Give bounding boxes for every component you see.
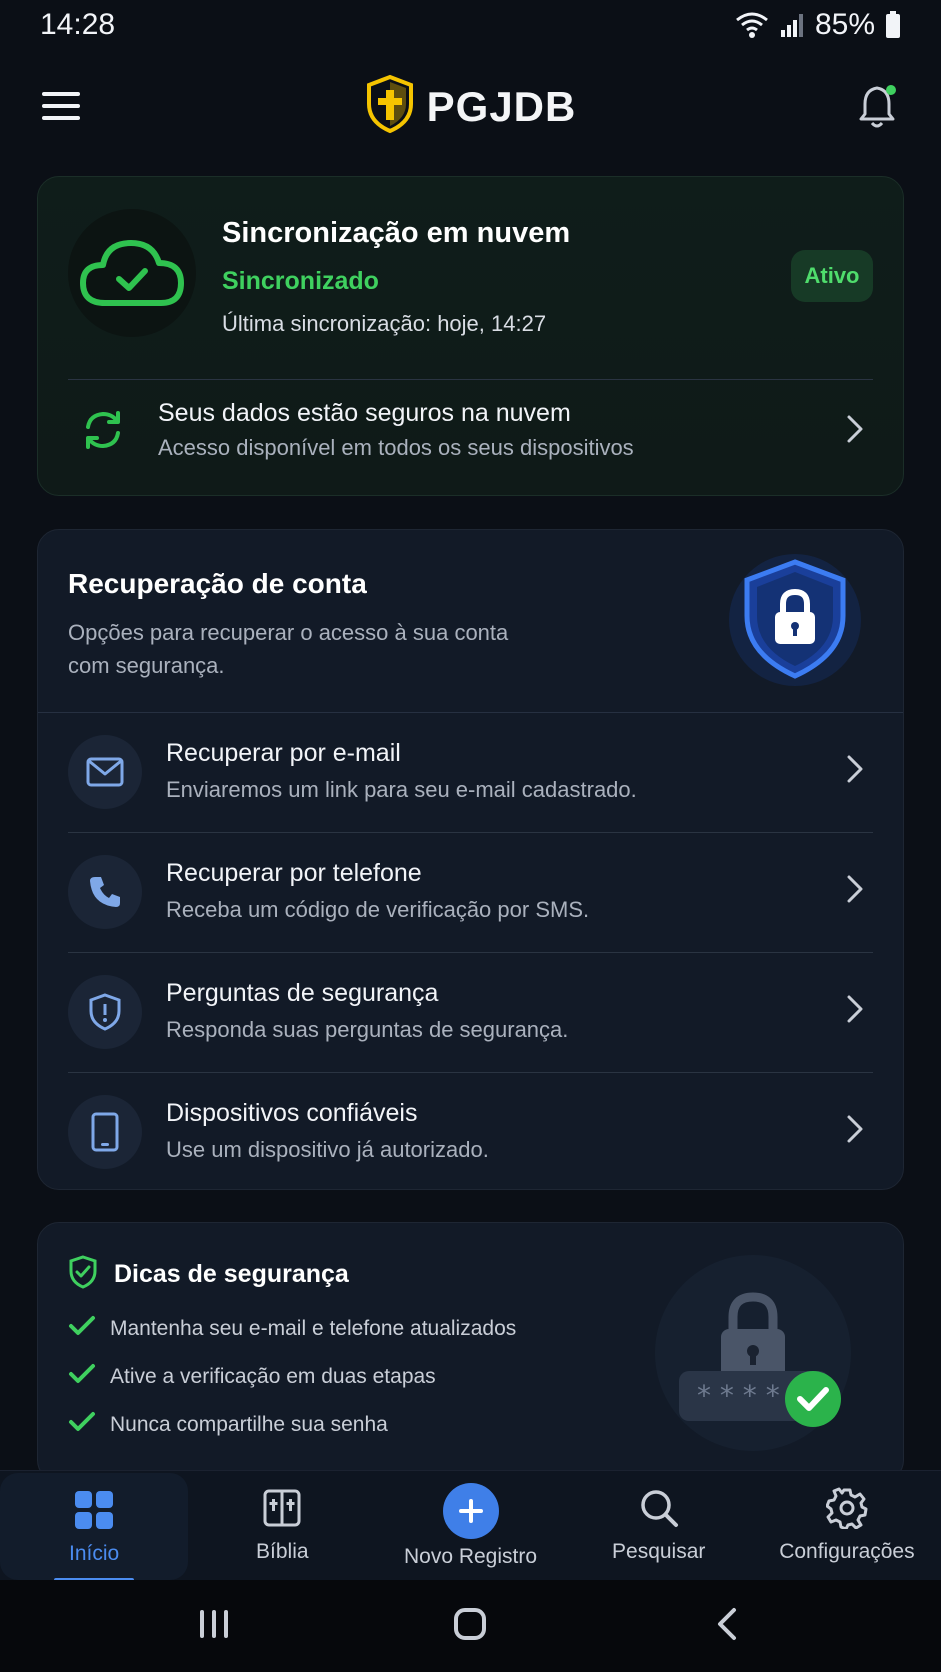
item-title: Dispositivos confiáveis — [166, 1099, 418, 1127]
item-subtitle: Receba um código de verificação por SMS. — [166, 897, 590, 922]
tips-title: Dicas de segurança — [114, 1260, 349, 1288]
tip-item: Ative a verificação em duas etapas — [68, 1363, 436, 1391]
app-header: PGJDB — [0, 60, 941, 150]
recents-button[interactable] — [196, 1606, 232, 1647]
recover-email-item[interactable]: Recuperar por e-mail Enviaremos um link … — [38, 713, 903, 831]
sync-status: Sincronizado — [222, 267, 379, 295]
security-tips-card: Dicas de segurança Mantenha seu e-mail e… — [37, 1222, 904, 1482]
sync-details-row[interactable]: Seus dados estão seguros na nuvem Acesso… — [38, 377, 903, 487]
back-icon — [718, 1608, 736, 1640]
sync-title: Sincronização em nuvem — [222, 217, 571, 249]
tip-text: Nunca compartilhe sua senha — [110, 1413, 388, 1436]
gear-icon — [825, 1487, 868, 1534]
password-lock-illustration: * * * * — [653, 1253, 863, 1453]
nav-biblia[interactable]: Bíblia — [188, 1471, 376, 1580]
wifi-icon — [735, 11, 769, 39]
security-questions-item[interactable]: Perguntas de segurança Responda suas per… — [38, 953, 903, 1071]
bell-icon — [859, 85, 896, 128]
grid-icon — [73, 1489, 115, 1536]
nav-label: Bíblia — [256, 1540, 309, 1563]
book-icon — [261, 1487, 303, 1534]
item-subtitle: Responda suas perguntas de segurança. — [166, 1017, 569, 1042]
nav-label: Pesquisar — [612, 1540, 706, 1563]
app-name: PGJDB — [426, 82, 577, 130]
home-icon — [454, 1608, 486, 1640]
plus-icon — [442, 1483, 499, 1539]
item-subtitle: Use um dispositivo já autorizado. — [166, 1137, 489, 1162]
chevron-right-icon — [845, 1113, 865, 1150]
phone-icon — [68, 855, 142, 929]
check-icon — [68, 1411, 96, 1439]
recents-icon — [200, 1610, 228, 1638]
notifications-button[interactable] — [857, 82, 901, 130]
cloud-check-icon — [68, 209, 196, 337]
nav-label: Configurações — [779, 1540, 915, 1563]
nav-label: Novo Registro — [403, 1545, 538, 1568]
system-navigation-bar — [0, 1580, 941, 1672]
chevron-right-icon — [845, 413, 865, 450]
check-icon — [68, 1363, 96, 1391]
app-logo: PGJDB — [0, 74, 941, 139]
svg-text:* * * *: * * * * — [697, 1379, 780, 1412]
status-badge: Ativo — [791, 250, 873, 302]
recovery-description: Opções para recuperar o acesso à sua con… — [68, 620, 509, 678]
last-sync-time: Última sincronização: hoje, 14:27 — [222, 311, 547, 336]
home-button[interactable] — [452, 1606, 488, 1647]
chevron-right-icon — [845, 873, 865, 910]
tablet-icon — [68, 1095, 142, 1169]
tip-item: Mantenha seu e-mail e telefone atualizad… — [68, 1315, 516, 1343]
shield-alert-icon — [68, 975, 142, 1049]
nav-label: Início — [69, 1542, 120, 1565]
check-icon — [68, 1315, 96, 1343]
nav-pesquisar[interactable]: Pesquisar — [565, 1471, 753, 1580]
tip-text: Ative a verificação em duas etapas — [110, 1365, 436, 1388]
trusted-devices-item[interactable]: Dispositivos confiáveis Use um dispositi… — [38, 1073, 903, 1191]
back-button[interactable] — [712, 1606, 742, 1647]
nav-inicio[interactable]: Início — [0, 1473, 189, 1582]
battery-percent: 85% — [814, 8, 875, 41]
item-title: Recuperar por telefone — [166, 859, 422, 887]
status-bar: 14:28 85% — [0, 0, 941, 52]
signal-icon — [779, 12, 805, 38]
battery-icon — [885, 11, 901, 39]
status-time: 14:28 — [40, 8, 116, 41]
search-icon — [638, 1487, 680, 1534]
nav-configuracoes[interactable]: Configurações — [753, 1471, 941, 1580]
tips-header: Dicas de segurança — [68, 1255, 349, 1294]
shield-cross-logo-icon — [365, 74, 415, 139]
item-subtitle: Enviaremos um link para seu e-mail cadas… — [166, 777, 637, 802]
chevron-right-icon — [845, 753, 865, 790]
sync-row-subtitle: Acesso disponível em todos os seus dispo… — [158, 435, 634, 460]
tip-item: Nunca compartilhe sua senha — [68, 1411, 388, 1439]
nav-novo-registro[interactable]: Novo Registro — [376, 1471, 564, 1580]
tip-text: Mantenha seu e-mail e telefone atualizad… — [110, 1317, 517, 1340]
chevron-right-icon — [845, 993, 865, 1030]
bottom-navigation: Início Bíblia Novo Registro Pesquisar Co… — [0, 1470, 941, 1582]
status-indicators: 85% — [735, 8, 901, 42]
sync-card: Sincronização em nuvem Sincronizado Últi… — [37, 176, 904, 496]
item-title: Recuperar por e-mail — [166, 739, 401, 767]
refresh-icon — [80, 407, 126, 458]
item-title: Perguntas de segurança — [166, 979, 439, 1007]
shield-lock-icon — [725, 550, 865, 690]
mail-icon — [68, 735, 142, 809]
recover-phone-item[interactable]: Recuperar por telefone Receba um código … — [38, 833, 903, 951]
recovery-title: Recuperação de conta — [68, 568, 367, 599]
account-recovery-card: Recuperação de conta Opções para recuper… — [37, 529, 904, 1190]
shield-check-icon — [68, 1255, 98, 1294]
sync-row-title: Seus dados estão seguros na nuvem — [158, 399, 571, 427]
